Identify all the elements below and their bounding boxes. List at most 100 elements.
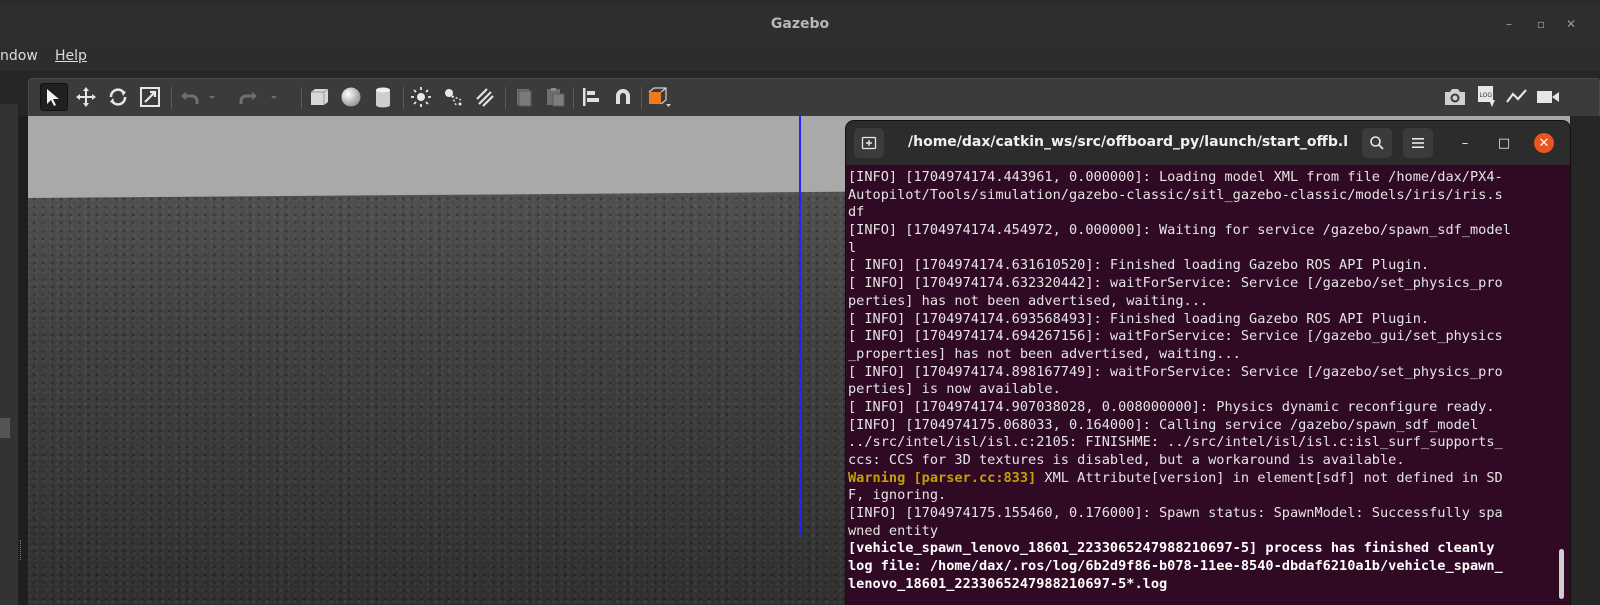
box-icon[interactable]: [305, 83, 333, 111]
scale-icon[interactable]: [136, 83, 164, 111]
toolbar-separator: [573, 87, 574, 109]
menu-help[interactable]: Help: [55, 48, 87, 64]
terminal-line: Autopilot/Tools/simulation/gazebo-classi…: [848, 187, 1556, 205]
terminal-line: df: [848, 204, 1556, 222]
terminal-line: l: [848, 240, 1556, 258]
splitter-grip[interactable]: [20, 540, 24, 560]
window-titlebar: Gazebo – ▫ ✕: [0, 6, 1600, 44]
spot-light-icon[interactable]: [439, 83, 467, 111]
window-title: Gazebo: [770, 16, 830, 32]
undo-dropdown-icon[interactable]: [205, 83, 219, 111]
log-icon-label: LOG: [1480, 92, 1493, 99]
toolbar-separator: [641, 87, 642, 109]
terminal-line-text: [ INFO] [1704974174.693568493]: Finished…: [848, 310, 1430, 327]
menu-window[interactable]: ndow: [0, 48, 38, 64]
screenshot-camera-icon[interactable]: [1441, 83, 1469, 111]
terminal-line: [INFO] [1704974175.068033, 0.164000]: Ca…: [848, 417, 1556, 435]
terminal-line-text: [ INFO] [1704974174.907038028, 0.0080000…: [848, 398, 1495, 415]
search-button[interactable]: [1362, 128, 1392, 158]
terminal-line: [ INFO] [1704974174.631610520]: Finished…: [848, 257, 1556, 275]
toolbar-separator: [505, 87, 506, 109]
warning-tag: Warning [parser.cc:833]: [848, 469, 1045, 486]
copy-icon[interactable]: [509, 83, 537, 111]
align-icon[interactable]: [577, 83, 605, 111]
z-axis-marker: [799, 116, 801, 536]
terminal-line: [INFO] [1704974174.443961, 0.000000]: Lo…: [848, 169, 1556, 187]
terminal-line-text: l: [848, 239, 857, 256]
undo-icon[interactable]: [175, 83, 203, 111]
hamburger-menu-icon: [1412, 138, 1424, 148]
terminal-line: Warning [parser.cc:833] XML Attribute[ve…: [848, 470, 1556, 488]
terminal-line: log file: /home/dax/.ros/log/6b2d9f86-b0…: [848, 558, 1556, 576]
snap-magnet-icon[interactable]: [609, 83, 637, 111]
directional-light-icon[interactable]: [471, 83, 499, 111]
terminal-line-text: [ INFO] [1704974174.694267156]: waitForS…: [848, 328, 1503, 345]
video-record-icon[interactable]: [1534, 83, 1562, 111]
terminal-line-text: [ INFO] [1704974174.631610520]: Finished…: [848, 257, 1430, 274]
view-angle-cube-icon[interactable]: [645, 83, 673, 111]
terminal-line: ccs: CCS for 3D textures is disabled, bu…: [848, 452, 1556, 470]
terminal-line-text: ../src/intel/isl/isl.c:2105: FINISHME: .…: [848, 434, 1503, 451]
terminal-close-icon[interactable]: ✕: [1534, 133, 1554, 153]
paste-icon[interactable]: [541, 83, 569, 111]
terminal-line-text: perties] has not been advertised, waitin…: [848, 292, 1209, 309]
terminal-minimize-icon[interactable]: –: [1455, 133, 1475, 153]
terminal-line: wned entity: [848, 523, 1556, 541]
terminal-window[interactable]: /home/dax/catkin_ws/src/offboard_py/laun…: [846, 121, 1570, 605]
terminal-line: ../src/intel/isl/isl.c:2105: FINISHME: .…: [848, 434, 1556, 452]
terminal-line-text: lenovo_18601_2233065247988210697-5*.log: [848, 575, 1168, 592]
sphere-icon[interactable]: [337, 83, 365, 111]
terminal-line-text: wned entity: [848, 522, 939, 539]
terminal-line-text: [INFO] [1704974175.155460, 0.176000]: Sp…: [848, 505, 1503, 522]
terminal-line: [ INFO] [1704974174.694267156]: waitForS…: [848, 328, 1556, 346]
select-arrow-icon[interactable]: [40, 83, 68, 111]
log-icon[interactable]: LOG: [1472, 83, 1500, 111]
terminal-line: [INFO] [1704974174.454972, 0.000000]: Wa…: [848, 222, 1556, 240]
toolbar-separator: [171, 87, 172, 109]
toolbar-separator: [301, 87, 302, 109]
new-tab-button[interactable]: [854, 128, 884, 158]
redo-dropdown-icon[interactable]: [267, 83, 281, 111]
terminal-maximize-icon[interactable]: □: [1494, 133, 1514, 153]
menu-bar: ndow Help: [0, 43, 1600, 71]
terminal-line-text: F, ignoring.: [848, 487, 947, 504]
left-side-panel: [0, 104, 19, 605]
terminal-line: [ INFO] [1704974174.898167749]: waitForS…: [848, 364, 1556, 382]
panel-splitter-handle[interactable]: [0, 418, 10, 438]
minimize-icon[interactable]: –: [1500, 15, 1518, 33]
search-icon: [1370, 136, 1384, 150]
terminal-line-text: _properties] has not been advertised, wa…: [848, 345, 1241, 362]
translate-icon[interactable]: [72, 83, 100, 111]
terminal-line-text: log file: /home/dax/.ros/log/6b2d9f86-b0…: [848, 558, 1503, 575]
terminal-line: perties] has not been advertised, waitin…: [848, 293, 1556, 311]
point-light-icon[interactable]: [407, 83, 435, 111]
rotate-icon[interactable]: [104, 83, 132, 111]
terminal-line-text: [vehicle_spawn_lenovo_18601_223306524798…: [848, 540, 1495, 557]
terminal-line: F, ignoring.: [848, 487, 1556, 505]
terminal-line-text: [ INFO] [1704974174.632320442]: waitForS…: [848, 275, 1503, 292]
terminal-output[interactable]: [INFO] [1704974174.443961, 0.000000]: Lo…: [848, 169, 1556, 594]
maximize-icon[interactable]: ▫: [1532, 15, 1550, 33]
terminal-scrollbar[interactable]: [1559, 549, 1564, 599]
hamburger-menu-button[interactable]: [1403, 128, 1433, 158]
main-toolbar: LOG: [28, 78, 1600, 116]
toolbar-separator: [403, 87, 404, 109]
terminal-line-text: perties] is now available.: [848, 381, 1061, 398]
terminal-line-text: [INFO] [1704974175.068033, 0.164000]: Ca…: [848, 416, 1479, 433]
terminal-line-text: [INFO] [1704974174.443961, 0.000000]: Lo…: [848, 169, 1503, 185]
terminal-line: [ INFO] [1704974174.693568493]: Finished…: [848, 311, 1556, 329]
new-tab-icon: [861, 136, 877, 150]
terminal-line-text: ccs: CCS for 3D textures is disabled, bu…: [848, 452, 1405, 468]
terminal-headerbar: /home/dax/catkin_ws/src/offboard_py/laun…: [846, 121, 1570, 165]
terminal-line-text: [INFO] [1704974174.454972, 0.000000]: Wa…: [848, 222, 1511, 239]
terminal-line: _properties] has not been advertised, wa…: [848, 346, 1556, 364]
cylinder-icon[interactable]: [369, 83, 397, 111]
terminal-line: lenovo_18601_2233065247988210697-5*.log: [848, 576, 1556, 594]
redo-icon[interactable]: [235, 83, 263, 111]
terminal-line-text: df: [848, 204, 865, 221]
terminal-line: [INFO] [1704974175.155460, 0.176000]: Sp…: [848, 505, 1556, 523]
close-icon[interactable]: ✕: [1562, 15, 1580, 33]
terminal-line-text: XML Attribute[version] in element[sdf] n…: [1044, 469, 1503, 486]
plot-icon[interactable]: [1503, 83, 1531, 111]
terminal-line-text: [ INFO] [1704974174.898167749]: waitForS…: [848, 363, 1503, 380]
